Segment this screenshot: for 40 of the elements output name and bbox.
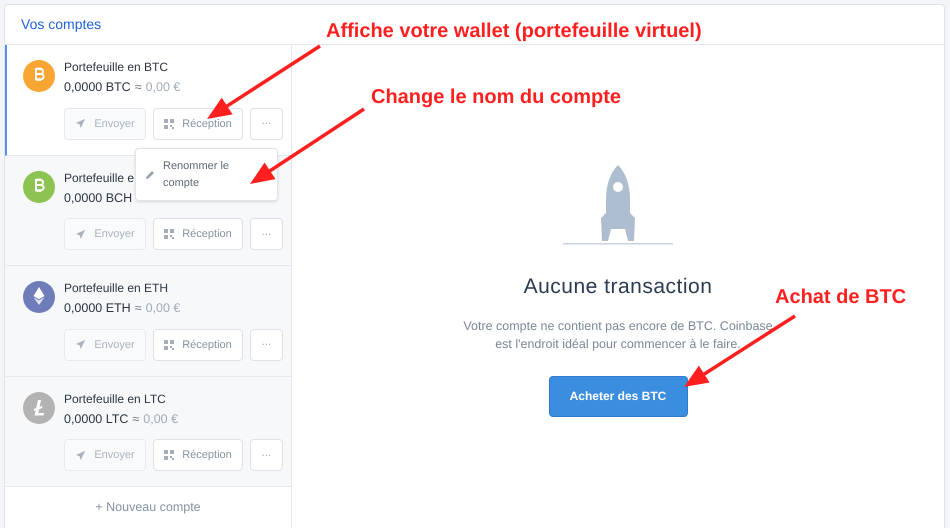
send-icon [75, 118, 86, 130]
fiat-balance: 0,00 € [143, 410, 178, 428]
crypto-balance: 0,0000 BCH [64, 190, 132, 206]
receive-button[interactable]: Réception [153, 328, 243, 361]
approx-sign: ≈ [134, 79, 142, 96]
account-name: Portefeuille e [64, 170, 134, 186]
pencil-icon [145, 170, 155, 180]
qr-code-icon [164, 118, 174, 129]
empty-state-title: Aucune transaction [524, 274, 712, 300]
qr-code-icon [164, 450, 174, 460]
send-icon [75, 228, 86, 240]
approx-sign: ≈ [132, 410, 140, 428]
crypto-balance: 0,0000 BTC [64, 79, 131, 96]
new-account-button[interactable]: + Nouveau compte [95, 498, 201, 517]
annotation-label: Affiche votre wallet (portefeuille virtuel) [326, 19, 702, 44]
fiat-balance: 0,00 € [146, 300, 180, 317]
receive-button[interactable]: Réception [153, 439, 243, 472]
buy-button[interactable]: Acheter des BTC [548, 376, 688, 416]
account-name: Portefeuille en BTC [64, 59, 168, 76]
send-icon [75, 450, 86, 461]
empty-state-message: Votre compte ne contient pas encore de BTC. Coinbase est l'endroit idéal pour commencer à le faire. [462, 318, 774, 352]
more-button[interactable]: ··· [250, 439, 283, 472]
fiat-balance: 0,00 € [146, 79, 180, 96]
crypto-balance: 0,0000 ETH [64, 300, 131, 317]
receive-button[interactable]: Réception [153, 108, 243, 140]
rename-menu-item[interactable]: Renommer le compte [145, 158, 243, 192]
approx-sign: ≈ [134, 300, 142, 317]
annotation-label: Achat de BTC [775, 285, 906, 310]
account-name: Portefeuille en LTC [64, 390, 166, 408]
more-button[interactable]: ··· [250, 328, 283, 361]
qr-code-icon [164, 229, 174, 240]
more-button[interactable]: ··· [250, 218, 283, 250]
annotation-label: Change le nom du compte [371, 85, 622, 110]
qr-code-icon [164, 340, 174, 350]
account-name: Portefeuille en ETH [64, 280, 168, 297]
send-icon [75, 339, 86, 350]
receive-button[interactable]: Réception [153, 218, 243, 250]
crypto-balance: 0,0000 LTC [64, 410, 128, 428]
more-button[interactable]: ··· [250, 108, 283, 140]
section-title: Vos comptes [21, 15, 102, 34]
